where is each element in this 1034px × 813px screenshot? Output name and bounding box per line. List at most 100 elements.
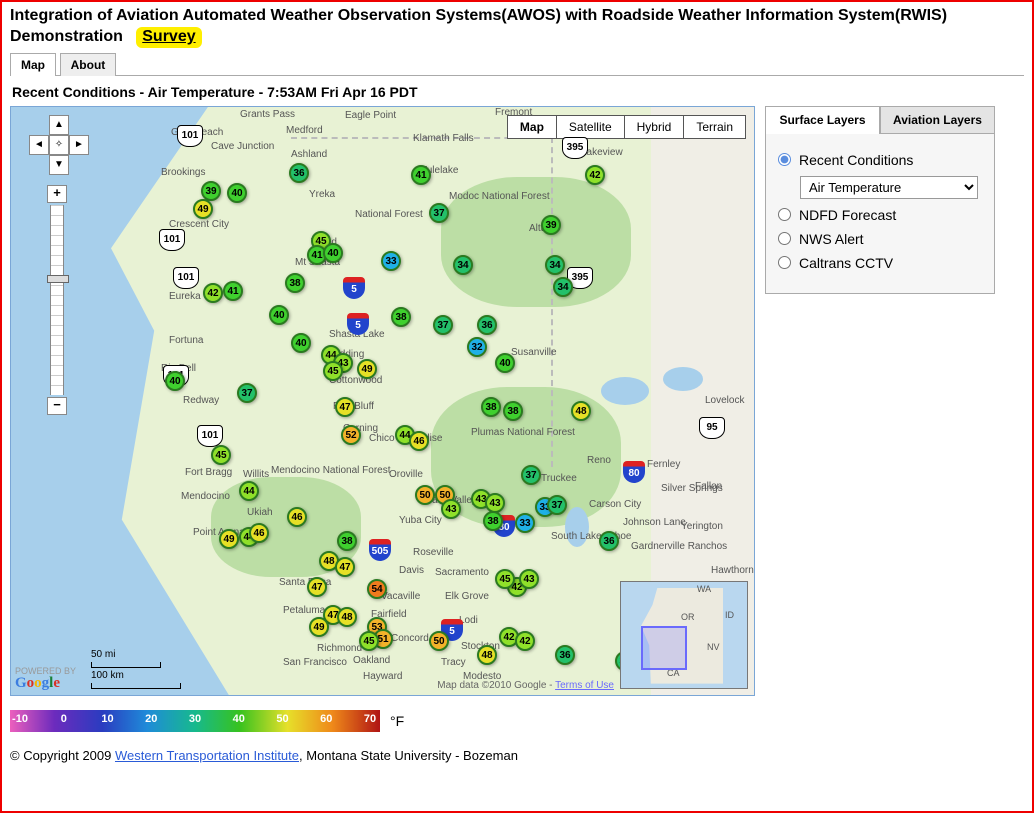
temperature-marker[interactable]: 47 <box>335 557 355 577</box>
temperature-marker[interactable]: 50 <box>415 485 435 505</box>
temperature-marker[interactable]: 38 <box>337 531 357 551</box>
temperature-marker[interactable]: 49 <box>219 529 239 549</box>
temperature-marker[interactable]: 46 <box>409 431 429 451</box>
tab-surface-layers[interactable]: Surface Layers <box>765 106 880 134</box>
place-label: Elk Grove <box>445 591 489 602</box>
place-label: Yreka <box>309 189 335 200</box>
tab-map[interactable]: Map <box>10 53 56 76</box>
radio-ndfd[interactable] <box>778 208 791 221</box>
zoom-out-button[interactable]: − <box>47 397 67 415</box>
temperature-marker[interactable]: 49 <box>309 617 329 637</box>
temperature-marker[interactable]: 39 <box>201 181 221 201</box>
recent-variable-select[interactable]: Air Temperature <box>800 176 978 199</box>
temperature-marker[interactable]: 32 <box>467 337 487 357</box>
temperature-marker[interactable]: 33 <box>515 513 535 533</box>
temperature-marker[interactable]: 34 <box>545 255 565 275</box>
opt-recent-conditions[interactable]: Recent Conditions <box>778 152 982 168</box>
opt-nws-alert[interactable]: NWS Alert <box>778 231 982 247</box>
maptype-hybrid-button[interactable]: Hybrid <box>624 115 685 139</box>
temperature-marker[interactable]: 36 <box>477 315 497 335</box>
temperature-marker[interactable]: 48 <box>337 607 357 627</box>
radio-recent-conditions[interactable] <box>778 153 791 166</box>
temperature-marker[interactable]: 48 <box>571 401 591 421</box>
opt-ndfd[interactable]: NDFD Forecast <box>778 207 982 223</box>
temperature-marker[interactable]: 40 <box>269 305 289 325</box>
terms-link[interactable]: Terms of Use <box>555 680 614 691</box>
temperature-marker[interactable]: 39 <box>541 215 561 235</box>
temperature-marker[interactable]: 38 <box>391 307 411 327</box>
place-label: Brookings <box>161 167 205 178</box>
temperature-marker[interactable]: 45 <box>359 631 379 651</box>
temperature-marker[interactable]: 37 <box>547 495 567 515</box>
legend-tick: 70 <box>364 713 376 725</box>
temperature-marker[interactable]: 36 <box>599 531 619 551</box>
pan-left-button[interactable]: ◄ <box>29 135 49 155</box>
zoom-slider[interactable] <box>50 205 64 395</box>
temperature-marker[interactable]: 44 <box>239 481 259 501</box>
opt-caltrans-cctv[interactable]: Caltrans CCTV <box>778 255 982 271</box>
temperature-marker[interactable]: 45 <box>211 445 231 465</box>
temperature-marker[interactable]: 40 <box>165 371 185 391</box>
temperature-marker[interactable]: 54 <box>367 579 387 599</box>
temperature-marker[interactable]: 37 <box>237 383 257 403</box>
tab-aviation-layers[interactable]: Aviation Layers <box>880 106 995 134</box>
temperature-marker[interactable]: 40 <box>291 333 311 353</box>
temperature-marker[interactable]: 42 <box>585 165 605 185</box>
temperature-marker[interactable]: 52 <box>341 425 361 445</box>
temperature-marker[interactable]: 45 <box>323 361 343 381</box>
maptype-map-button[interactable]: Map <box>507 115 557 139</box>
temperature-marker[interactable]: 40 <box>323 243 343 263</box>
temperature-marker[interactable]: 47 <box>307 577 327 597</box>
temperature-marker[interactable]: 49 <box>193 199 213 219</box>
temperature-marker[interactable]: 43 <box>441 499 461 519</box>
radio-caltrans-cctv[interactable] <box>778 256 791 269</box>
temperature-marker[interactable]: 36 <box>555 645 575 665</box>
overview-map[interactable]: WA OR ID NV CA <box>620 581 748 689</box>
temperature-marker[interactable]: 41 <box>223 281 243 301</box>
zoom-handle[interactable] <box>47 275 69 283</box>
temperature-marker[interactable]: 38 <box>483 511 503 531</box>
temperature-marker[interactable]: 40 <box>227 183 247 203</box>
pan-up-button[interactable]: ▲ <box>49 115 69 135</box>
temperature-marker[interactable]: 49 <box>357 359 377 379</box>
pan-down-button[interactable]: ▼ <box>49 155 69 175</box>
zoom-in-button[interactable]: + <box>47 185 67 203</box>
temperature-marker[interactable]: 38 <box>285 273 305 293</box>
temperature-marker[interactable]: 43 <box>519 569 539 589</box>
temperature-marker[interactable]: 34 <box>553 277 573 297</box>
tab-about[interactable]: About <box>60 53 117 76</box>
pan-right-button[interactable]: ► <box>69 135 89 155</box>
place-label: Oakland <box>353 655 390 666</box>
survey-link[interactable]: Survey <box>136 27 201 48</box>
temperature-marker[interactable]: 34 <box>453 255 473 275</box>
temperature-marker[interactable]: 37 <box>433 315 453 335</box>
temperature-marker[interactable]: 46 <box>249 523 269 543</box>
overview-viewport-rect[interactable] <box>641 626 687 670</box>
temperature-marker[interactable]: 33 <box>381 251 401 271</box>
temperature-marker[interactable]: 48 <box>477 645 497 665</box>
temperature-marker[interactable]: 36 <box>289 163 309 183</box>
temperature-marker[interactable]: 43 <box>485 493 505 513</box>
map-viewport[interactable]: ▲ ◄ ✧ ► ▼ + − Map Satellite Hybrid Terra… <box>10 106 755 696</box>
temperature-marker[interactable]: 41 <box>411 165 431 185</box>
temperature-marker[interactable]: 42 <box>203 283 223 303</box>
temperature-marker[interactable]: 38 <box>481 397 501 417</box>
pan-reset-button[interactable]: ✧ <box>49 135 69 155</box>
maptype-satellite-button[interactable]: Satellite <box>556 115 625 139</box>
temperature-marker[interactable]: 45 <box>495 569 515 589</box>
temperature-marker[interactable]: 47 <box>335 397 355 417</box>
temperature-marker[interactable]: 50 <box>429 631 449 651</box>
temperature-marker[interactable]: 42 <box>515 631 535 651</box>
temperature-marker[interactable]: 38 <box>503 401 523 421</box>
temperature-marker[interactable]: 40 <box>495 353 515 373</box>
us-route-shield: 395 <box>562 137 588 159</box>
temperature-marker[interactable]: 46 <box>287 507 307 527</box>
radio-nws-alert[interactable] <box>778 232 791 245</box>
temperature-marker[interactable]: 37 <box>429 203 449 223</box>
interstate-shield: 505 <box>369 539 391 561</box>
temperature-marker[interactable]: 37 <box>521 465 541 485</box>
maptype-terrain-button[interactable]: Terrain <box>683 115 746 139</box>
place-label: Carson City <box>589 499 641 510</box>
us-route-shield: 101 <box>173 267 199 289</box>
wti-link[interactable]: Western Transportation Institute <box>115 748 299 763</box>
